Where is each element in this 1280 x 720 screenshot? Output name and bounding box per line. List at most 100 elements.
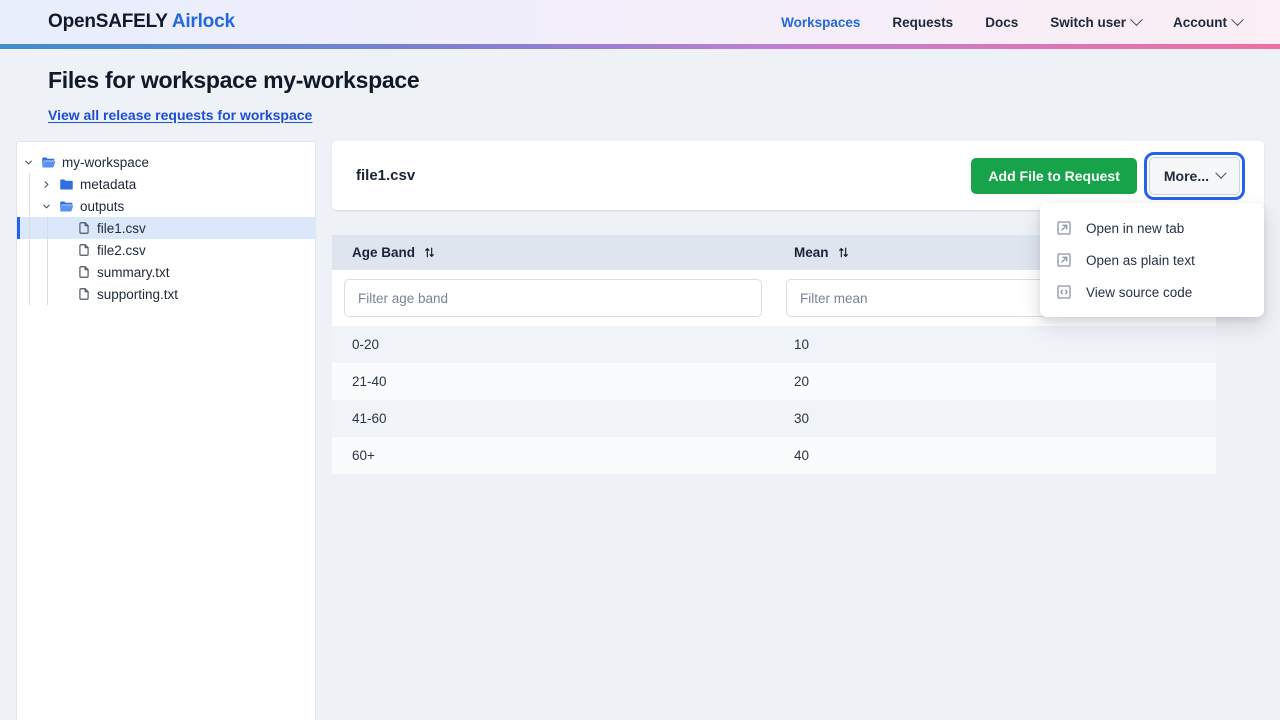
chevron-down-icon <box>43 204 50 208</box>
tree-item-label: outputs <box>80 198 125 214</box>
more-dropdown-button[interactable]: More... <box>1143 151 1246 200</box>
tree-item-my-workspace[interactable]: my-workspace <box>17 151 315 173</box>
view-all-release-requests-link[interactable]: View all release requests for workspace <box>48 107 312 123</box>
chevron-down-icon <box>1215 167 1227 179</box>
tree-guide-line <box>47 283 48 305</box>
table-cell: 60+ <box>332 437 774 474</box>
table-cell: 40 <box>774 437 1216 474</box>
sort-icon <box>425 247 434 258</box>
file-icon <box>79 288 89 300</box>
dropdown-item-open-as-plain-text[interactable]: Open as plain text <box>1040 244 1264 276</box>
tree-item-outputs[interactable]: outputs <box>17 195 315 217</box>
tree-guide-line <box>29 173 30 195</box>
main-column: file1.csv Add File to Request More... Op… <box>332 141 1264 474</box>
brand-primary-text: OpenSAFELY <box>48 11 168 32</box>
brand-logo[interactable]: OpenSAFELY Airlock <box>48 11 235 33</box>
external-link-icon <box>1056 220 1072 236</box>
nav-link-label: Switch user <box>1050 14 1126 30</box>
file-icon <box>79 222 89 234</box>
tree-guide-line <box>47 261 48 283</box>
nav-link-requests[interactable]: Requests <box>892 15 953 30</box>
external-link-icon <box>1056 252 1072 268</box>
file-tree-panel[interactable]: my-workspace metadata outputs file1.csv … <box>16 141 316 720</box>
tree-guide-line <box>47 217 48 239</box>
content-layout: my-workspace metadata outputs file1.csv … <box>0 125 1280 720</box>
file-icon <box>77 221 91 235</box>
file-icon <box>77 287 91 301</box>
nav-link-docs[interactable]: Docs <box>985 15 1018 30</box>
more-button-label: More... <box>1163 167 1209 184</box>
column-header-age-band[interactable]: Age Band <box>332 235 774 270</box>
file-icon <box>77 243 91 257</box>
nav-link-switch-user[interactable]: Switch user <box>1050 12 1143 30</box>
table-row: 60+ 40 <box>332 437 1216 474</box>
table-row: 0-20 10 <box>332 326 1216 363</box>
more-dropdown-menu[interactable]: Open in new tab Open as plain text View … <box>1040 203 1264 317</box>
selected-file-name: file1.csv <box>356 167 416 184</box>
code-icon <box>1056 284 1072 300</box>
column-header-label: Age Band <box>352 245 416 260</box>
file-icon <box>79 266 89 278</box>
external-link-icon <box>1057 253 1071 267</box>
table-row: 41-60 30 <box>332 400 1216 437</box>
tree-item-metadata[interactable]: metadata <box>17 173 315 195</box>
dropdown-item-label: View source code <box>1086 284 1193 300</box>
nav-links: Workspaces Requests Docs Switch user Acc… <box>781 12 1244 30</box>
tree-item-file1.csv[interactable]: file1.csv <box>17 217 315 239</box>
external-link-icon <box>1057 221 1071 235</box>
tree-guide-line <box>47 239 48 261</box>
nav-link-label: Account <box>1173 14 1227 30</box>
table-cell: 20 <box>774 363 1216 400</box>
add-file-to-request-button[interactable]: Add File to Request <box>971 157 1137 194</box>
file-header-card: file1.csv Add File to Request More... <box>332 141 1264 210</box>
folder-open-icon <box>60 201 74 211</box>
brand-accent-text: Airlock <box>171 11 235 32</box>
nav-link-label: Docs <box>985 14 1019 30</box>
page-header: Files for workspace my-workspace View al… <box>0 49 1280 125</box>
nav-link-account[interactable]: Account <box>1173 12 1244 30</box>
nav-link-workspaces[interactable]: Workspaces <box>781 15 860 30</box>
tree-item-summary.txt[interactable]: summary.txt <box>17 261 315 283</box>
filter-input-age-band[interactable] <box>344 279 762 317</box>
column-header-label: Mean <box>794 245 829 260</box>
file-tree: my-workspace metadata outputs file1.csv … <box>17 151 315 305</box>
tree-guide-line <box>29 217 30 239</box>
folder-closed-icon <box>59 177 74 192</box>
sort-icon[interactable] <box>423 246 436 259</box>
code-icon <box>1057 285 1071 299</box>
chevron-down-icon <box>1130 12 1143 26</box>
tree-guide-line <box>29 261 30 283</box>
table-body: 0-20 10 21-40 20 41-60 30 60+ 40 <box>332 326 1216 474</box>
table-cell: 41-60 <box>332 400 774 437</box>
tree-item-label: file2.csv <box>97 242 146 258</box>
sort-icon[interactable] <box>837 246 850 259</box>
folder-open-icon <box>59 199 74 214</box>
chevron-down-icon[interactable] <box>41 201 55 212</box>
tree-guide-line <box>29 195 30 217</box>
table-cell: 30 <box>774 400 1216 437</box>
table-cell: 0-20 <box>332 326 774 363</box>
tree-item-file2.csv[interactable]: file2.csv <box>17 239 315 261</box>
folder-open-icon <box>42 157 56 167</box>
table-row: 21-40 20 <box>332 363 1216 400</box>
chevron-down-icon[interactable] <box>23 157 37 168</box>
tree-guide-line <box>29 283 30 305</box>
dropdown-item-view-source-code[interactable]: View source code <box>1040 276 1264 308</box>
page-title: Files for workspace my-workspace <box>48 67 420 93</box>
dropdown-item-open-in-new-tab[interactable]: Open in new tab <box>1040 212 1264 244</box>
file-card-actions: Add File to Request More... <box>971 151 1246 200</box>
chevron-right-icon[interactable] <box>41 179 55 190</box>
chevron-down-icon <box>25 160 32 164</box>
file-icon <box>77 265 91 279</box>
folder-closed-icon <box>60 179 73 189</box>
tree-item-label: file1.csv <box>97 220 146 236</box>
tree-item-label: my-workspace <box>62 154 150 170</box>
nav-link-label: Workspaces <box>781 14 861 30</box>
tree-item-supporting.txt[interactable]: supporting.txt <box>17 283 315 305</box>
tree-guide-line <box>29 239 30 261</box>
chevron-down-icon <box>1231 12 1244 26</box>
table-cell: 21-40 <box>332 363 774 400</box>
dropdown-item-label: Open as plain text <box>1086 252 1195 268</box>
tree-item-label: supporting.txt <box>97 286 179 302</box>
top-navbar: OpenSAFELY Airlock Workspaces Requests D… <box>0 0 1280 44</box>
